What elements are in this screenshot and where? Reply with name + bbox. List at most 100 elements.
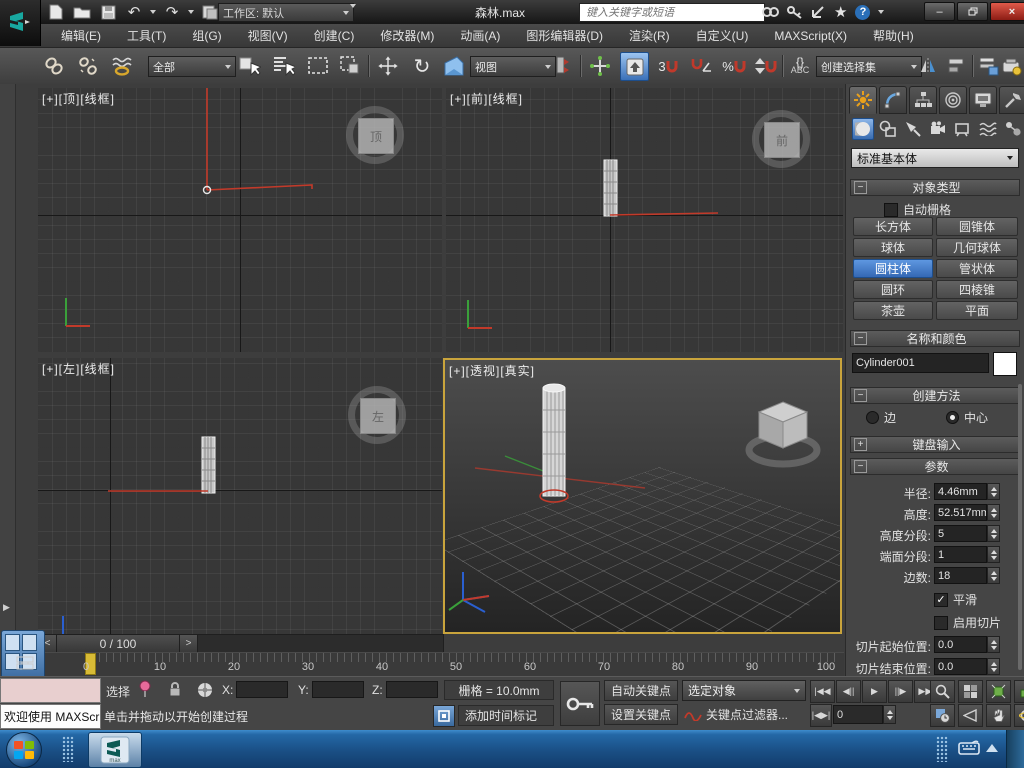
search-box[interactable] [579,3,765,22]
menu-modifiers[interactable]: 修改器(M) [367,24,447,48]
sides-field[interactable]: 18 [934,567,987,584]
viewport-perspective[interactable]: [+][透视][真实] [443,358,842,634]
subtab-lights[interactable] [902,118,924,140]
project-folder-icon[interactable] [200,3,220,21]
autogrid-checkbox[interactable]: 自动栅格 [884,201,951,218]
rollout-parameters[interactable]: − 参数 [850,458,1020,475]
menu-help[interactable]: 帮助(H) [860,24,927,48]
button-teapot[interactable]: 茶壶 [853,301,933,320]
undo-dropdown-icon[interactable] [150,10,156,14]
close-button[interactable]: × [990,2,1024,21]
menu-tools[interactable]: 工具(T) [114,24,179,48]
menu-edit[interactable]: 编辑(E) [48,24,114,48]
key-filters-curve-icon[interactable] [684,707,702,721]
button-pyramid[interactable]: 四棱锥 [936,280,1018,299]
mirror-icon[interactable] [918,54,942,78]
taskbar-3dsmax-button[interactable]: max [88,732,142,768]
button-geosphere[interactable]: 几何球体 [936,238,1018,257]
tab-display[interactable] [969,86,997,114]
cap-segments-spinner[interactable] [987,546,1000,563]
minimize-button[interactable]: – [924,2,955,21]
isolate-selection-icon[interactable] [138,680,152,698]
x-coordinate-field[interactable] [236,681,288,698]
viewcube-top[interactable]: 顶 [346,106,406,166]
tab-motion[interactable] [939,86,967,114]
slice-to-spinner[interactable] [987,658,1000,675]
subtab-geometry[interactable] [852,118,874,140]
menu-group[interactable]: 组(G) [179,24,234,48]
viewcube-front[interactable]: 前 [752,110,812,170]
frame-next-button[interactable]: > [180,635,198,652]
viewport-front-label[interactable]: [+][前][线框] [450,90,523,107]
show-hidden-icons-arrow[interactable] [986,744,998,752]
layer-manager-icon[interactable] [978,54,1002,78]
keyboard-override-toggle[interactable] [620,52,649,81]
viewcube-face[interactable]: 左 [360,398,396,434]
menu-views[interactable]: 视图(V) [235,24,301,48]
menu-graph-editors[interactable]: 图形编辑器(D) [513,24,616,48]
viewport-top[interactable]: [+][顶][线框] 顶 [38,88,442,352]
checkbox-icon[interactable] [934,616,948,630]
object-name-field[interactable]: Cylinder001 [852,353,989,373]
height-spinner[interactable] [987,504,1000,521]
set-key-button[interactable]: 设置关键点 [604,704,678,725]
key-icon[interactable] [787,5,803,19]
tab-create[interactable] [849,86,877,114]
select-link-icon[interactable] [42,54,66,78]
edit-named-sets-icon[interactable]: {} ABC [788,54,812,78]
radius-spinner[interactable] [987,483,1000,500]
sides-spinner[interactable] [987,567,1000,584]
viewcube-perspective[interactable] [745,394,821,470]
subtab-helpers[interactable] [952,118,974,140]
new-file-icon[interactable] [46,3,66,21]
primitive-category-dropdown[interactable]: 标准基本体 [851,148,1019,168]
menu-rendering[interactable]: 渲染(R) [616,24,683,48]
redo-dropdown-icon[interactable] [188,10,194,14]
button-tube[interactable]: 管状体 [936,259,1018,278]
pan-hand-icon[interactable] [986,704,1011,727]
subtab-cameras[interactable] [927,118,949,140]
search-input[interactable] [584,6,760,20]
align-icon[interactable] [946,54,970,78]
button-plane[interactable]: 平面 [936,301,1018,320]
viewcube-face[interactable]: 前 [764,122,800,158]
smooth-checkbox[interactable]: ✓ 平滑 [934,591,977,608]
expand-icon[interactable]: + [854,438,867,451]
viewcube-left[interactable]: 左 [348,386,408,446]
start-button[interactable] [6,732,42,768]
strip-expand-icon[interactable]: ▶ [3,602,13,616]
field-of-view-icon[interactable] [958,704,983,727]
tab-utilities[interactable] [999,86,1024,114]
prev-frame-button[interactable]: ◀|| [836,680,861,703]
rollout-keyboard-entry[interactable]: + 键盘输入 [850,436,1020,453]
viewport-front[interactable]: [+][前][线框] 前 [446,88,843,352]
button-sphere[interactable]: 球体 [853,238,933,257]
current-frame-field[interactable]: 0 [833,705,883,724]
button-box[interactable]: 长方体 [853,217,933,236]
go-to-start-button[interactable]: |◀◀ [810,680,835,703]
percent-snap-toggle[interactable]: % [722,54,746,78]
cap-segments-field[interactable]: 1 [934,546,987,563]
zoom-icon[interactable] [930,680,955,703]
window-crossing-icon[interactable] [338,54,362,78]
menu-customize[interactable]: 自定义(U) [683,24,762,48]
zoom-extents-icon[interactable] [986,680,1011,703]
next-frame-button[interactable]: ||▶ [888,680,913,703]
tab-modify[interactable] [879,86,907,114]
help-icon[interactable]: ? [855,5,870,20]
viewport-left-label[interactable]: [+][左][线框] [42,360,115,377]
unlink-icon[interactable] [76,54,100,78]
spinner-snap-toggle[interactable] [754,54,778,78]
select-move-icon[interactable] [376,54,400,78]
viewport-top-label[interactable]: [+][顶][线框] [42,90,115,107]
zoom-extents-all-icon[interactable] [1014,680,1024,703]
zoom-all-icon[interactable] [958,680,983,703]
z-coordinate-field[interactable] [386,681,438,698]
viewport-persp-label[interactable]: [+][透视][真实] [449,362,535,379]
input-method-keyboard-icon[interactable] [958,740,980,756]
radio-edge[interactable]: 边 [866,409,896,426]
rollout-creation-method[interactable]: − 创建方法 [850,387,1020,404]
maxscript-listener-line[interactable]: 欢迎使用 MAXScr [0,704,101,729]
slice-from-spinner[interactable] [987,636,1000,653]
tab-hierarchy[interactable] [909,86,937,114]
